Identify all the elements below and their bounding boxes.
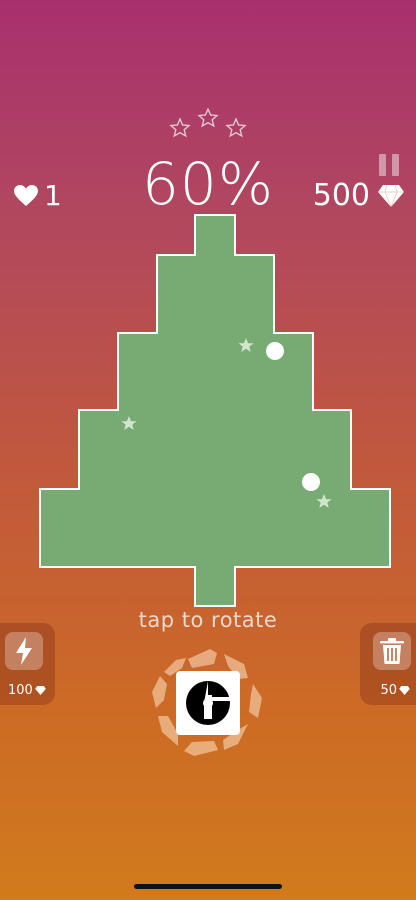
lightning-button[interactable] <box>5 632 43 670</box>
bouncing-ball <box>266 342 284 360</box>
rotate-shape-icon <box>186 681 230 725</box>
trash-icon <box>380 638 404 664</box>
diamond-icon <box>35 686 46 695</box>
powerup-panel-lightning: 100 <box>0 623 55 705</box>
game-board[interactable] <box>0 0 416 900</box>
trash-price: 50 <box>380 683 410 698</box>
next-shape-piece[interactable] <box>176 671 240 735</box>
powerup-panel-trash: 50 <box>360 623 416 705</box>
trash-button[interactable] <box>373 632 411 670</box>
lightning-price: 100 <box>8 683 46 698</box>
lightning-icon <box>16 637 32 665</box>
filled-tree-area <box>39 214 391 607</box>
home-indicator[interactable] <box>134 884 282 889</box>
rotate-hint: tap to rotate <box>138 608 278 632</box>
bouncing-ball <box>302 473 320 491</box>
rotate-control[interactable] <box>148 646 268 760</box>
diamond-icon <box>399 686 410 695</box>
